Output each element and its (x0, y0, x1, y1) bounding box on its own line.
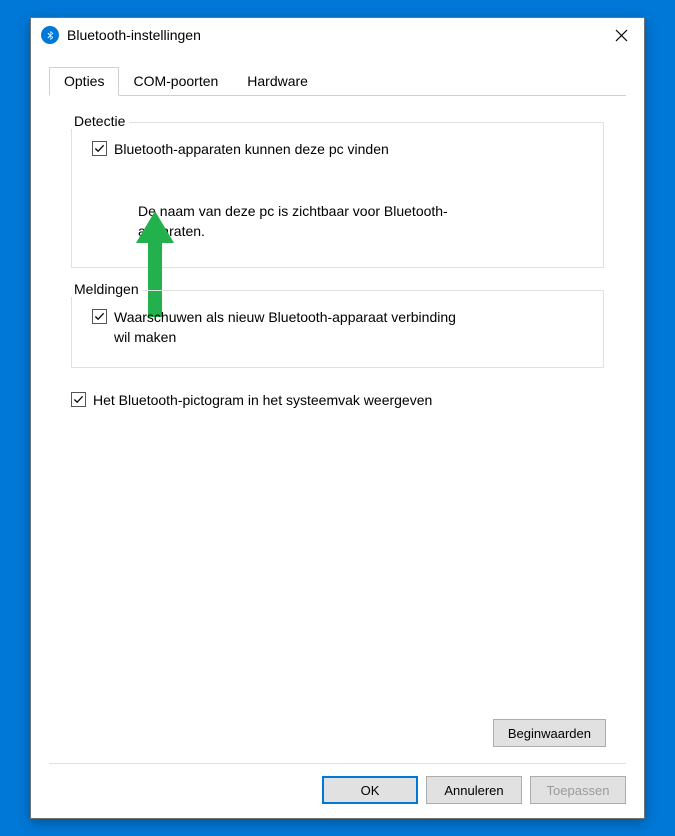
close-icon (615, 29, 628, 42)
defaults-row: Beginwaarden (49, 719, 626, 763)
show-tray-icon-label: Het Bluetooth-pictogram in het systeemva… (93, 390, 432, 410)
bluetooth-settings-window: Bluetooth-instellingen Opties COM-poorte… (30, 17, 645, 819)
action-bar: OK Annuleren Toepassen (31, 764, 644, 818)
titlebar: Bluetooth-instellingen (31, 18, 644, 52)
detection-legend: Detectie (70, 113, 129, 129)
notifications-group: Meldingen Waarschuwen als nieuw Bluetoot… (71, 290, 604, 368)
tab-hardware[interactable]: Hardware (232, 67, 323, 96)
discoverable-label: Bluetooth-apparaten kunnen deze pc vinde… (114, 139, 389, 159)
tab-com-ports[interactable]: COM-poorten (118, 67, 233, 96)
window-title: Bluetooth-instellingen (67, 27, 598, 43)
tab-bar: Opties COM-poorten Hardware (49, 66, 626, 96)
discoverable-checkbox[interactable] (92, 141, 107, 156)
detection-group: Detectie Bluetooth-apparaten kunnen deze… (71, 122, 604, 268)
restore-defaults-button[interactable]: Beginwaarden (493, 719, 606, 747)
check-icon (73, 394, 84, 405)
ok-button[interactable]: OK (322, 776, 418, 804)
cancel-button[interactable]: Annuleren (426, 776, 522, 804)
tray-icon-row: Het Bluetooth-pictogram in het systeemva… (71, 390, 604, 410)
notify-new-device-label: Waarschuwen als nieuw Bluetooth-apparaat… (114, 307, 474, 347)
close-button[interactable] (598, 18, 644, 52)
tab-content-options: Detectie Bluetooth-apparaten kunnen deze… (49, 96, 626, 426)
apply-button[interactable]: Toepassen (530, 776, 626, 804)
bluetooth-icon (41, 26, 59, 44)
check-icon (94, 311, 105, 322)
check-icon (94, 143, 105, 154)
tab-options[interactable]: Opties (49, 67, 119, 96)
show-tray-icon-checkbox[interactable] (71, 392, 86, 407)
detection-description: De naam van deze pc is zichtbaar voor Bl… (138, 201, 458, 241)
notifications-legend: Meldingen (70, 281, 143, 297)
dialog-body: Opties COM-poorten Hardware Detectie Blu… (31, 52, 644, 763)
notify-new-device-checkbox[interactable] (92, 309, 107, 324)
